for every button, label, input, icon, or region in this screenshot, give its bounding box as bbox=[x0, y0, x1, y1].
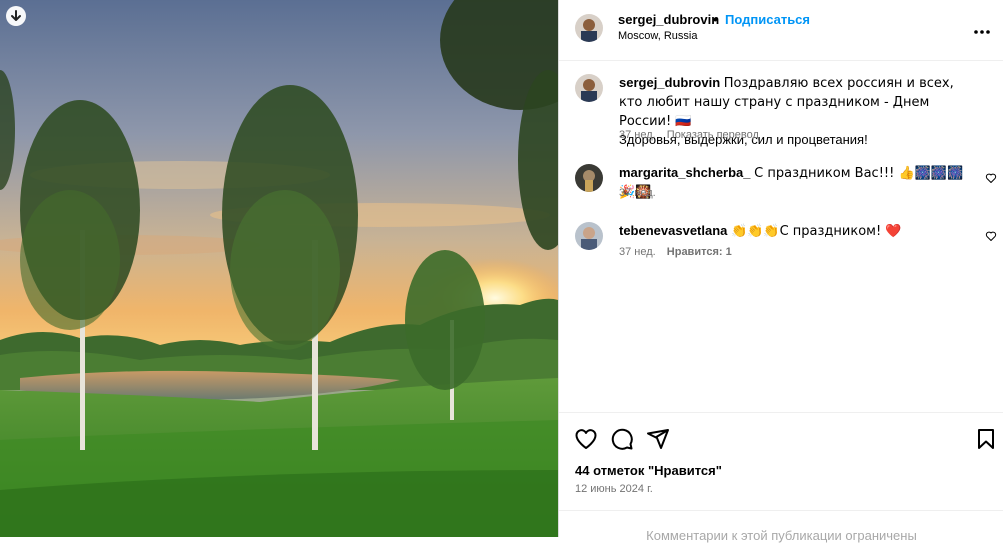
follow-button[interactable]: Подписаться bbox=[725, 12, 810, 27]
comment-meta: 37 нед. Нравится: 1 bbox=[619, 246, 732, 258]
comment-text-block: tebenevasvetlana 👏👏👏С праздником! ❤️ bbox=[619, 222, 979, 241]
header-separator: • bbox=[713, 12, 718, 27]
caption-meta: 37 нед. Показать перевод bbox=[619, 129, 759, 141]
comments-footer: Комментарии к этой публикации ограничены bbox=[559, 510, 1003, 543]
comment-username[interactable]: margarita_shcherba_ bbox=[619, 165, 751, 180]
comment-like-icon[interactable] bbox=[985, 229, 997, 241]
comment-icon[interactable] bbox=[610, 427, 634, 451]
caption-avatar[interactable] bbox=[575, 74, 603, 102]
comment-text: 👏👏👏С праздником! ❤️ bbox=[731, 224, 902, 239]
comment-time: 37 нед. bbox=[619, 187, 656, 199]
comment-text-block: margarita_shcherba_ С праздником Вас!!! … bbox=[619, 164, 979, 202]
caption-username[interactable]: sergej_dubrovin bbox=[619, 75, 720, 90]
post-actions: 44 отметок "Нравится" 12 июнь 2024 г. bbox=[559, 412, 1003, 511]
comment-likes-count[interactable]: Нравится: 1 bbox=[667, 246, 732, 258]
caption-time: 37 нед. bbox=[619, 129, 656, 141]
comment-like-icon[interactable] bbox=[985, 171, 997, 183]
more-horizontal-icon[interactable] bbox=[974, 18, 990, 39]
location-link[interactable]: Moscow, Russia bbox=[618, 30, 697, 42]
post-photo[interactable] bbox=[0, 0, 558, 537]
post-header: sergej_dubrovin • Подписаться Moscow, Ru… bbox=[559, 0, 1003, 61]
post-date: 12 июнь 2024 г. bbox=[575, 483, 653, 495]
likes-count[interactable]: 44 отметок "Нравится" bbox=[575, 463, 722, 478]
bookmark-icon[interactable] bbox=[974, 427, 998, 451]
like-icon[interactable] bbox=[574, 427, 598, 451]
landscape-image bbox=[0, 0, 558, 537]
comments-limited-notice: Комментарии к этой публикации ограничены bbox=[646, 528, 917, 543]
commenter-avatar[interactable] bbox=[575, 164, 603, 192]
comment-meta: 37 нед. bbox=[619, 187, 656, 199]
comment-username[interactable]: tebenevasvetlana bbox=[619, 223, 727, 238]
commenter-avatar[interactable] bbox=[575, 222, 603, 250]
translate-link[interactable]: Показать перевод bbox=[667, 129, 759, 141]
author-username[interactable]: sergej_dubrovin bbox=[618, 12, 719, 27]
download-icon[interactable] bbox=[6, 6, 26, 26]
author-avatar[interactable] bbox=[575, 14, 603, 42]
post-details-panel: sergej_dubrovin • Подписаться Moscow, Ru… bbox=[558, 0, 1003, 543]
share-icon[interactable] bbox=[646, 427, 670, 451]
comment-time: 37 нед. bbox=[619, 246, 656, 258]
